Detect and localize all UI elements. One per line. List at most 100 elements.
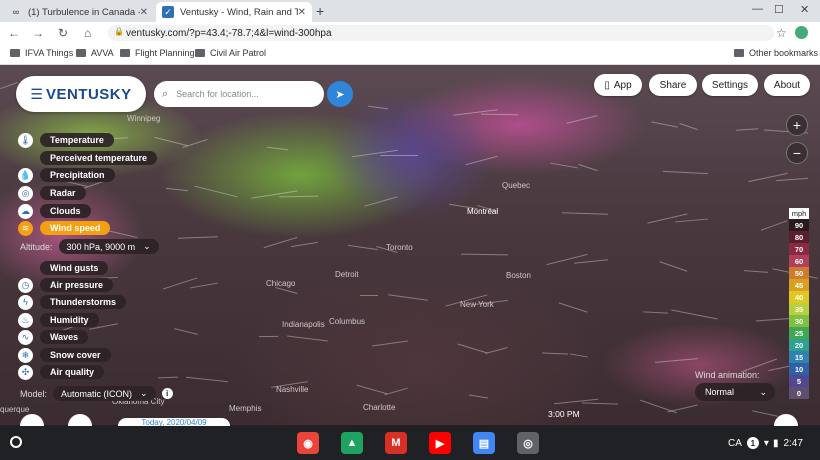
lightning-icon: ϟ — [18, 294, 33, 310]
wind-streak — [735, 128, 759, 131]
launcher-icon[interactable] — [10, 436, 22, 448]
docs-icon[interactable]: ▤ — [473, 432, 495, 454]
camera-icon[interactable]: ◎ — [517, 432, 539, 454]
city-label: Detroit — [335, 270, 359, 279]
city-label: Montréal — [467, 207, 499, 216]
layer-air-quality[interactable]: ✣ Air quality — [18, 364, 105, 380]
tab-turbulence[interactable]: ∞ (1) Turbulence in Canada - Live · ✕ — [4, 2, 154, 22]
settings-button[interactable]: Settings — [702, 74, 758, 96]
city-label: Toronto — [386, 243, 413, 252]
legend-cell: 10 — [789, 363, 809, 375]
wind-streak — [671, 309, 718, 320]
url-bar[interactable]: 🔒 ventusky.com/?p=43.4;-78.7;4&l=wind-30… — [108, 25, 774, 41]
share-button-label: Share — [659, 79, 687, 91]
bookmark-label: AVVA — [91, 48, 114, 58]
bookmark-folder[interactable]: AVVA — [76, 48, 114, 58]
layer-snow-cover[interactable]: ❄ Snow cover — [18, 347, 111, 363]
layer-wind-speed[interactable]: ≋ Wind speed — [18, 220, 111, 236]
city-label: Quebec — [502, 181, 531, 190]
wind-streak — [356, 384, 388, 395]
wind-streak — [182, 139, 208, 148]
drive-icon[interactable]: ▲ — [341, 432, 363, 454]
ventusky-logo[interactable]: ☰ VENTUSKY — [16, 76, 146, 112]
wind-streak — [752, 410, 778, 417]
altitude-select[interactable]: 300 hPa, 9000 m ⌄ — [58, 239, 159, 254]
wind-streak — [655, 358, 698, 363]
close-tab-icon[interactable]: ✕ — [298, 7, 306, 18]
info-icon[interactable]: i — [161, 388, 173, 399]
minimize-icon[interactable]: — — [752, 3, 763, 15]
wind-streak — [174, 328, 198, 335]
city-label: Nashville — [276, 385, 309, 394]
legend-cell: 45 — [789, 279, 809, 291]
bookmark-label: Flight Planning — [135, 48, 195, 58]
folder-icon — [120, 49, 130, 57]
search-placeholder: Search for location... — [176, 89, 259, 99]
about-button[interactable]: About — [764, 74, 810, 96]
tab-ventusky[interactable]: ✓ Ventusky - Wind, Rain and Tempe ✕ — [156, 2, 312, 22]
share-button[interactable]: Share — [649, 74, 697, 96]
altitude-label: Altitude: — [20, 241, 53, 252]
wind-streak — [194, 185, 238, 198]
zoom-out-button[interactable]: − — [786, 142, 808, 164]
model-select[interactable]: Automatic (ICON) ⌄ — [53, 386, 156, 401]
layer-clouds[interactable]: ☁ Clouds — [18, 203, 91, 219]
layer-perceived-temperature[interactable]: Perceived temperature — [18, 150, 158, 166]
radar-icon: ◎ — [18, 185, 33, 201]
forward-icon[interactable]: → — [32, 26, 44, 40]
other-bookmarks[interactable]: Other bookmarks — [734, 48, 818, 58]
bookmark-star-icon[interactable]: ☆ — [776, 26, 787, 40]
infinity-icon: ∞ — [12, 7, 20, 17]
wind-streak — [267, 146, 288, 151]
bookmark-folder[interactable]: Civil Air Patrol — [195, 48, 266, 58]
wind-icon: ≋ — [18, 220, 33, 236]
layer-waves[interactable]: ∿ Waves — [18, 329, 89, 345]
app-button[interactable]: ▯ App — [594, 74, 642, 96]
wind-animation-select[interactable]: Normal ⌄ — [695, 383, 775, 401]
plus-icon: + — [792, 117, 802, 133]
back-icon[interactable]: ← — [8, 26, 20, 40]
layer-label: Precipitation — [40, 168, 115, 182]
layer-humidity[interactable]: ♨ Humidity — [18, 312, 99, 328]
wind-streak — [166, 187, 188, 192]
locate-button[interactable]: ➤ — [327, 81, 353, 107]
system-tray[interactable]: CA 1 ▾ ▮ 2:47 — [728, 435, 803, 451]
layer-temperature[interactable]: 🌡 Temperature — [18, 132, 114, 148]
zoom-in-button[interactable]: + — [786, 114, 808, 136]
search-input[interactable]: ⌕ Search for location... — [154, 81, 324, 107]
new-tab-icon[interactable]: + — [316, 3, 324, 19]
layer-label: Clouds — [40, 204, 91, 218]
clock: 2:47 — [783, 437, 803, 449]
bookmark-folder[interactable]: IFVA Things — [10, 48, 73, 58]
wind-streak — [743, 270, 769, 273]
wind-speed-legend: mph 90 80 70 60 50 45 40 35 30 25 20 15 10 5 0 — [789, 208, 809, 399]
bookmark-folder[interactable]: Flight Planning — [120, 48, 195, 58]
folder-icon — [10, 49, 20, 57]
layer-air-pressure[interactable]: ◷ Air pressure — [18, 277, 114, 293]
cloud-icon: ☁ — [18, 203, 33, 219]
layer-radar[interactable]: ◎ Radar — [18, 185, 86, 201]
layer-precipitation[interactable]: 💧 Precipitation — [18, 167, 115, 183]
youtube-icon[interactable]: ▶ — [429, 432, 451, 454]
url-text: ventusky.com/?p=43.4;-78.7;4&l=wind-300h… — [126, 27, 332, 39]
legend-cell: 20 — [789, 339, 809, 351]
bookmark-label: Civil Air Patrol — [210, 48, 267, 58]
location-arrow-icon: ➤ — [335, 88, 345, 101]
legend-cell: 30 — [789, 315, 809, 327]
profile-avatar[interactable] — [795, 26, 808, 39]
wind-streak — [480, 113, 519, 116]
chrome-icon[interactable]: ◉ — [297, 432, 319, 454]
home-icon[interactable]: ⌂ — [84, 26, 91, 40]
close-window-icon[interactable]: ✕ — [800, 3, 809, 16]
logo-text: VENTUSKY — [45, 85, 132, 103]
legend-cell: 0 — [789, 387, 809, 399]
wind-streak — [348, 244, 378, 251]
maximize-icon[interactable]: ☐ — [774, 3, 784, 16]
city-label: Memphis — [229, 404, 262, 413]
reload-icon[interactable]: ↻ — [58, 26, 68, 40]
gmail-icon[interactable]: M — [385, 432, 407, 454]
layer-thunderstorms[interactable]: ϟ Thunderstorms — [18, 294, 127, 310]
close-tab-icon[interactable]: ✕ — [140, 7, 148, 18]
legend-cell: 70 — [789, 243, 809, 255]
layer-wind-gusts[interactable]: Wind gusts — [18, 260, 109, 276]
